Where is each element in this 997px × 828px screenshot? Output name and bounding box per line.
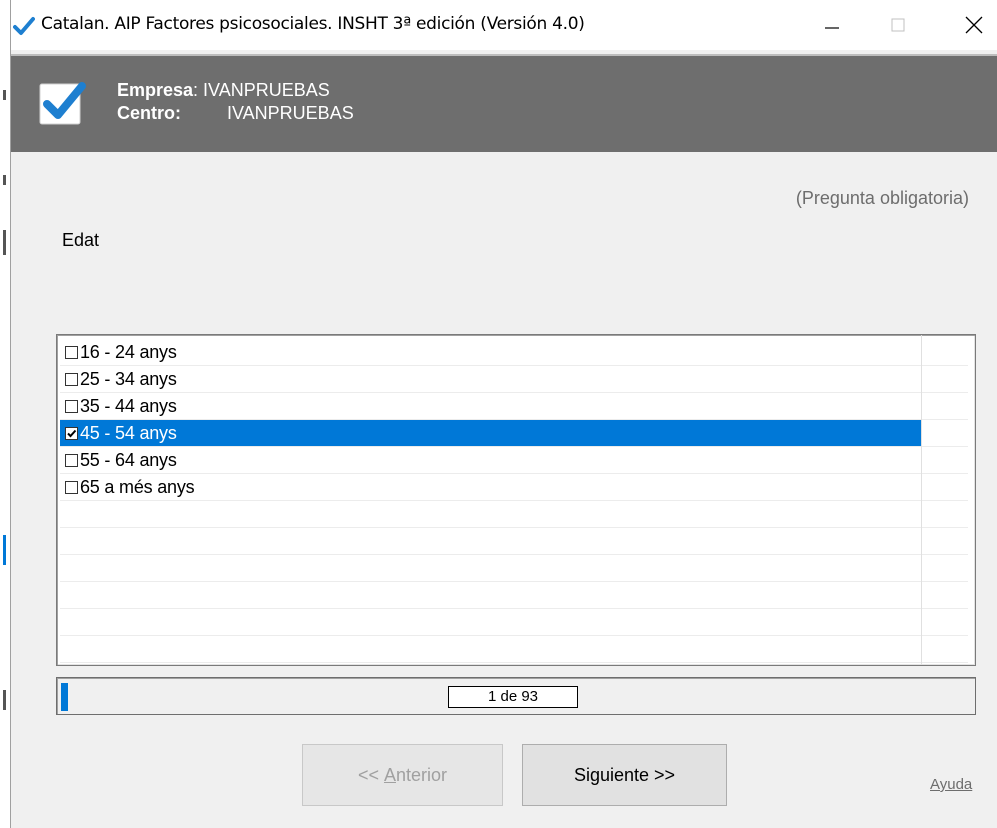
close-icon xyxy=(965,16,983,34)
edge-mark xyxy=(3,690,6,710)
centro-line: Centro: IVANPRUEBAS xyxy=(117,103,354,124)
list-item[interactable]: 16 - 24 anys xyxy=(60,339,968,366)
empresa-value: : IVANPRUEBAS xyxy=(193,80,330,100)
answer-list-rows: 16 - 24 anys 25 - 34 anys 35 - 44 anys 45 -… xyxy=(60,339,968,663)
list-item-label: 25 - 34 anys xyxy=(80,368,177,389)
list-item-label: 55 - 64 anys xyxy=(80,449,177,470)
column-separator xyxy=(921,335,922,665)
list-item[interactable]: 45 - 54 anys xyxy=(60,420,968,447)
list-item-cell[interactable]: 45 - 54 anys xyxy=(60,420,921,446)
checkbox-logo-icon xyxy=(38,80,86,126)
edge-mark xyxy=(3,175,6,185)
empty-row xyxy=(60,582,968,609)
list-item-label: 16 - 24 anys xyxy=(80,341,177,362)
help-link[interactable]: Ayuda xyxy=(930,776,972,793)
minimize-icon xyxy=(825,27,839,29)
answer-list[interactable]: 16 - 24 anys 25 - 34 anys 35 - 44 anys 45 -… xyxy=(56,334,976,666)
empresa-label: Empresa xyxy=(117,80,194,100)
company-header: Empresa: IVANPRUEBAS Centro: IVANPRUEBAS xyxy=(11,54,997,152)
list-item-cell[interactable]: 55 - 64 anys xyxy=(60,447,921,473)
list-item-cell[interactable]: 35 - 44 anys xyxy=(60,393,921,419)
window-title: Catalan. AIP Factores psicosociales. INS… xyxy=(41,14,585,34)
close-button[interactable] xyxy=(951,0,997,50)
checkbox-icon[interactable] xyxy=(65,345,78,359)
empty-row xyxy=(60,501,968,528)
title-bar: Catalan. AIP Factores psicosociales. INS… xyxy=(11,0,997,50)
previous-button-accel: A xyxy=(383,764,396,785)
empty-row xyxy=(60,636,968,663)
empty-row xyxy=(60,555,968,582)
next-button[interactable]: Siguiente >> xyxy=(522,744,727,806)
minimize-button[interactable] xyxy=(809,0,855,50)
list-item[interactable]: 65 a més anys xyxy=(60,474,968,501)
checkbox-icon[interactable] xyxy=(65,480,78,494)
question-text: Edat xyxy=(62,230,100,250)
centro-label: Centro: xyxy=(117,103,181,123)
list-item-label: 35 - 44 anys xyxy=(80,395,177,416)
question-counter: 1 de 93 xyxy=(448,686,578,708)
previous-button-rest: nterior xyxy=(396,764,448,785)
centro-value: IVANPRUEBAS xyxy=(227,103,354,123)
dialog-window: Catalan. AIP Factores psicosociales. INS… xyxy=(11,0,997,828)
edge-mark xyxy=(3,90,6,100)
background-window-edge xyxy=(0,0,11,828)
list-item[interactable]: 25 - 34 anys xyxy=(60,366,968,393)
empty-row xyxy=(60,609,968,636)
list-item-cell[interactable]: 25 - 34 anys xyxy=(60,366,921,392)
progress-fill xyxy=(61,683,68,711)
mandatory-note: (Pregunta obligatoria) xyxy=(795,188,969,208)
checkbox-icon[interactable] xyxy=(65,453,78,467)
question-progress: 1 de 93 xyxy=(56,677,976,715)
maximize-icon xyxy=(891,18,905,32)
previous-button-prefix: << xyxy=(357,764,384,785)
list-item-label: 65 a més anys xyxy=(80,476,195,497)
checkbox-icon[interactable] xyxy=(65,372,78,386)
edge-mark xyxy=(3,230,6,255)
maximize-button[interactable] xyxy=(875,0,921,50)
checked-checkbox-icon[interactable] xyxy=(65,426,78,440)
previous-button[interactable]: << Anterior xyxy=(302,744,503,806)
list-item-label: 45 - 54 anys xyxy=(80,422,177,443)
list-item[interactable]: 35 - 44 anys xyxy=(60,393,968,420)
checkmark-icon xyxy=(13,15,35,37)
list-item-cell[interactable]: 16 - 24 anys xyxy=(60,339,921,365)
list-item-cell[interactable]: 65 a més anys xyxy=(60,474,921,500)
edge-mark xyxy=(3,535,6,565)
empresa-line: Empresa: IVANPRUEBAS xyxy=(117,80,330,101)
empty-row xyxy=(60,528,968,555)
checkbox-icon[interactable] xyxy=(65,399,78,413)
list-item[interactable]: 55 - 64 anys xyxy=(60,447,968,474)
